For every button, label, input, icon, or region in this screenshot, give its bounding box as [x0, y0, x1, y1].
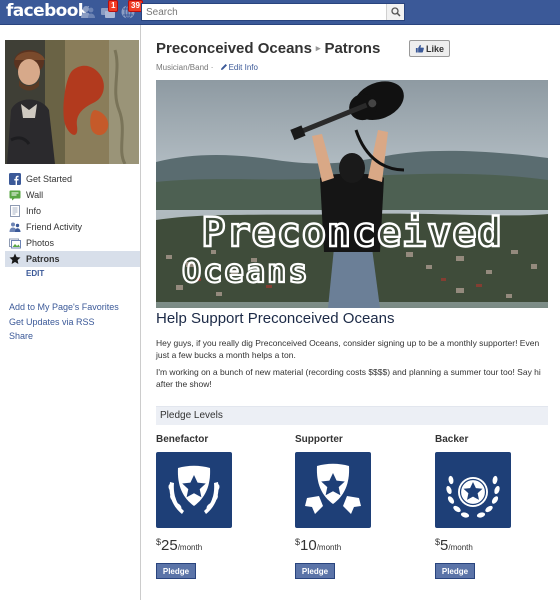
rss-updates-link[interactable]: Get Updates via RSS: [9, 315, 119, 330]
tier-price: $5/month: [435, 537, 555, 554]
edit-nav-link[interactable]: EDIT: [5, 267, 140, 281]
tier-name: Benefactor: [156, 434, 209, 445]
banner-image: Preconceived Oceans: [156, 80, 548, 308]
wreath-star-icon: [435, 452, 511, 528]
price-amount: 25: [161, 537, 178, 554]
sidebar-item-label: Patrons: [26, 254, 60, 264]
top-bar: facebook 1 39: [0, 0, 560, 25]
pledge-button-benefactor[interactable]: Pledge: [156, 563, 196, 579]
sidebar-item-label: Info: [26, 206, 42, 216]
price-period: /month: [448, 543, 473, 552]
sidebar-item-patrons[interactable]: Patrons: [5, 251, 140, 267]
tier-benefactor: Benefactor $25/month Pledge: [156, 434, 276, 579]
sidebar-item-friend-activity[interactable]: Friend Activity: [5, 219, 140, 235]
sidebar-item-label: Wall: [26, 190, 44, 200]
facebook-icon: [9, 173, 21, 185]
tier-name: Backer: [435, 434, 469, 445]
like-button[interactable]: Like: [409, 40, 450, 57]
sidebar-item-label: Photos: [26, 238, 55, 248]
profile-picture[interactable]: [5, 40, 139, 164]
shield-wreath-star-icon: [156, 452, 232, 528]
photos-icon: [9, 237, 21, 249]
messages-icon[interactable]: 1: [100, 0, 119, 20]
sidebar-item-info[interactable]: Info: [5, 203, 140, 219]
intro-paragraph-1: Hey guys, if you really dig Preconceived…: [156, 338, 540, 360]
tier-backer: Backer $5/month Pledge: [435, 434, 555, 579]
breadcrumb-separator-icon: ▸: [315, 43, 321, 53]
tab-name: Patrons: [324, 40, 381, 57]
pledge-button-backer[interactable]: Pledge: [435, 563, 475, 579]
sidebar-item-label: Get Started: [26, 174, 73, 184]
search-button[interactable]: [386, 4, 404, 20]
page-name[interactable]: Preconceived Oceans: [156, 40, 312, 57]
pencil-icon: [220, 64, 227, 70]
shield-ribbon-star-icon: [295, 452, 371, 528]
page-title: Preconceived Oceans ▸ Patrons: [156, 40, 380, 57]
support-heading: Help Support Preconceived Oceans: [156, 310, 395, 327]
pledge-levels-header: Pledge Levels: [156, 406, 548, 425]
price-period: /month: [177, 543, 203, 552]
left-sidebar: Get Started Wall Info Friend Activity Ph…: [0, 25, 141, 600]
star-icon: [9, 253, 21, 265]
intro-paragraph-2: I'm working on a bunch of new material (…: [156, 367, 541, 389]
search-box: [141, 3, 405, 21]
tier-name: Supporter: [295, 434, 343, 445]
messages-badge: 1: [108, 0, 119, 12]
add-to-favorites-link[interactable]: Add to My Page's Favorites: [9, 300, 119, 315]
category-label: Musician/Band ·: [156, 63, 214, 72]
edit-info-link[interactable]: Edit Info: [220, 63, 258, 72]
sidebar-item-get-started[interactable]: Get Started: [5, 171, 140, 187]
tier-price: $10/month: [295, 537, 415, 554]
info-icon: [9, 205, 21, 217]
search-icon: [390, 7, 401, 17]
share-link[interactable]: Share: [9, 329, 119, 344]
price-amount: 10: [300, 537, 317, 554]
price-period: /month: [316, 543, 342, 552]
facebook-logo[interactable]: facebook: [6, 1, 89, 21]
thumbs-up-icon: [415, 44, 424, 53]
sidebar-item-photos[interactable]: Photos: [5, 235, 140, 251]
edit-info-label: Edit Info: [228, 63, 258, 72]
pledge-button-supporter[interactable]: Pledge: [295, 563, 335, 579]
tier-supporter: Supporter $10/month Pledge: [295, 434, 415, 579]
tier-price: $25/month: [156, 537, 276, 554]
search-input[interactable]: [142, 4, 382, 20]
sidebar-item-wall[interactable]: Wall: [5, 187, 140, 203]
notifications-icon[interactable]: 39: [120, 0, 143, 20]
banner-title-line2: Oceans: [182, 252, 310, 290]
page-category: Musician/Band · Edit Info: [156, 63, 258, 72]
sidebar-links: Add to My Page's Favorites Get Updates v…: [9, 300, 119, 344]
banner-title-line1: Preconceived: [202, 210, 503, 256]
wall-icon: [9, 189, 21, 201]
sidebar-item-label: Friend Activity: [26, 222, 83, 232]
like-label: Like: [425, 43, 444, 54]
page-nav: Get Started Wall Info Friend Activity Ph…: [5, 171, 140, 281]
friends-icon: [9, 221, 21, 233]
friend-requests-icon[interactable]: [80, 4, 96, 20]
